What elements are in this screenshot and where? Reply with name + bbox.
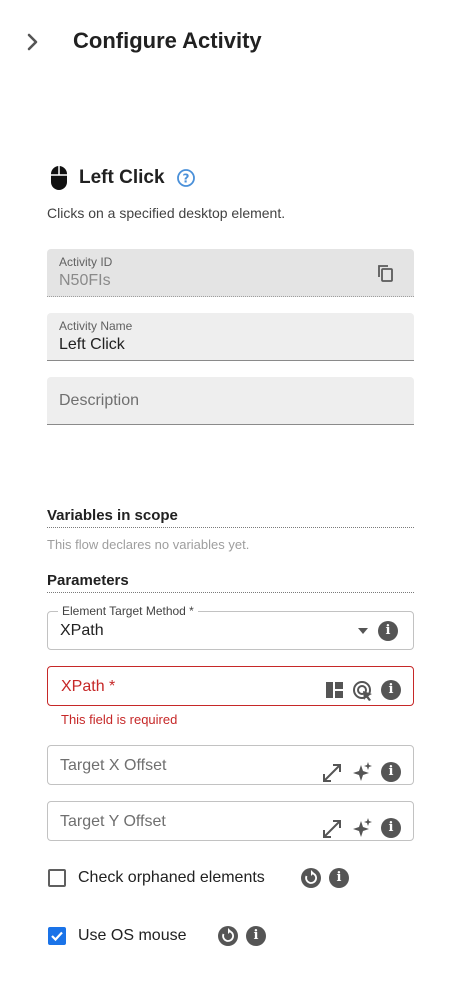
reset-icon[interactable] bbox=[218, 926, 238, 946]
element-picker-icon[interactable] bbox=[352, 680, 372, 701]
reset-icon[interactable] bbox=[301, 868, 321, 888]
activity-description: Clicks on a specified desktop element. bbox=[47, 205, 286, 221]
check-orphaned-checkbox[interactable] bbox=[48, 869, 66, 887]
expand-icon[interactable] bbox=[322, 819, 342, 839]
description-field[interactable]: Description bbox=[47, 377, 414, 425]
sparkle-icon[interactable] bbox=[353, 818, 373, 838]
svg-text:?: ? bbox=[183, 172, 190, 186]
info-icon[interactable]: i bbox=[381, 680, 401, 700]
chevron-right-icon bbox=[27, 33, 38, 51]
target-x-offset-field[interactable]: Target X Offset i bbox=[47, 745, 414, 785]
mouse-icon bbox=[50, 165, 68, 191]
checkmark-icon bbox=[51, 931, 63, 942]
element-target-method-label: Element Target Method * bbox=[58, 604, 198, 618]
activity-name-label: Activity Name bbox=[59, 319, 133, 333]
element-target-method-select[interactable]: Element Target Method * XPath i bbox=[47, 604, 414, 650]
expand-icon[interactable] bbox=[322, 763, 342, 783]
check-orphaned-label: Check orphaned elements bbox=[78, 869, 265, 886]
sparkle-icon[interactable] bbox=[353, 762, 373, 782]
activity-name-field[interactable]: Activity Name Left Click bbox=[47, 313, 414, 361]
activity-name-input[interactable]: Left Click bbox=[59, 336, 125, 354]
use-os-mouse-checkbox[interactable] bbox=[48, 927, 66, 945]
info-icon[interactable]: i bbox=[329, 868, 349, 888]
info-icon[interactable]: i bbox=[246, 926, 266, 946]
xpath-error-text: This field is required bbox=[61, 712, 178, 727]
info-icon[interactable]: i bbox=[381, 818, 401, 838]
xpath-field[interactable]: XPath * i bbox=[47, 666, 414, 706]
collapse-panel-button[interactable] bbox=[22, 30, 44, 54]
copy-icon[interactable] bbox=[376, 263, 396, 283]
parameters-section-title: Parameters bbox=[47, 572, 414, 593]
activity-id-field: Activity ID N50FIs bbox=[47, 249, 414, 297]
page-title: Configure Activity bbox=[73, 28, 262, 53]
use-os-mouse-label: Use OS mouse bbox=[78, 927, 187, 944]
xpath-label: XPath * bbox=[61, 678, 116, 695]
target-x-offset-input[interactable]: Target X Offset bbox=[60, 757, 166, 775]
variables-empty-text: This flow declares no variables yet. bbox=[47, 537, 250, 552]
layout-picker-icon[interactable] bbox=[325, 681, 345, 701]
element-target-method-value: XPath bbox=[60, 622, 104, 639]
description-input[interactable]: Description bbox=[59, 392, 139, 410]
target-y-offset-input[interactable]: Target Y Offset bbox=[60, 813, 166, 831]
info-icon[interactable]: i bbox=[381, 762, 401, 782]
info-icon[interactable]: i bbox=[378, 621, 398, 641]
variables-section-title: Variables in scope bbox=[47, 507, 414, 528]
target-y-offset-field[interactable]: Target Y Offset i bbox=[47, 801, 414, 841]
chevron-down-icon[interactable] bbox=[358, 628, 368, 634]
activity-id-label: Activity ID bbox=[59, 255, 113, 269]
activity-name-heading: Left Click bbox=[79, 167, 165, 188]
activity-id-value: N50FIs bbox=[59, 272, 111, 289]
help-circle-icon[interactable]: ? bbox=[176, 168, 196, 188]
